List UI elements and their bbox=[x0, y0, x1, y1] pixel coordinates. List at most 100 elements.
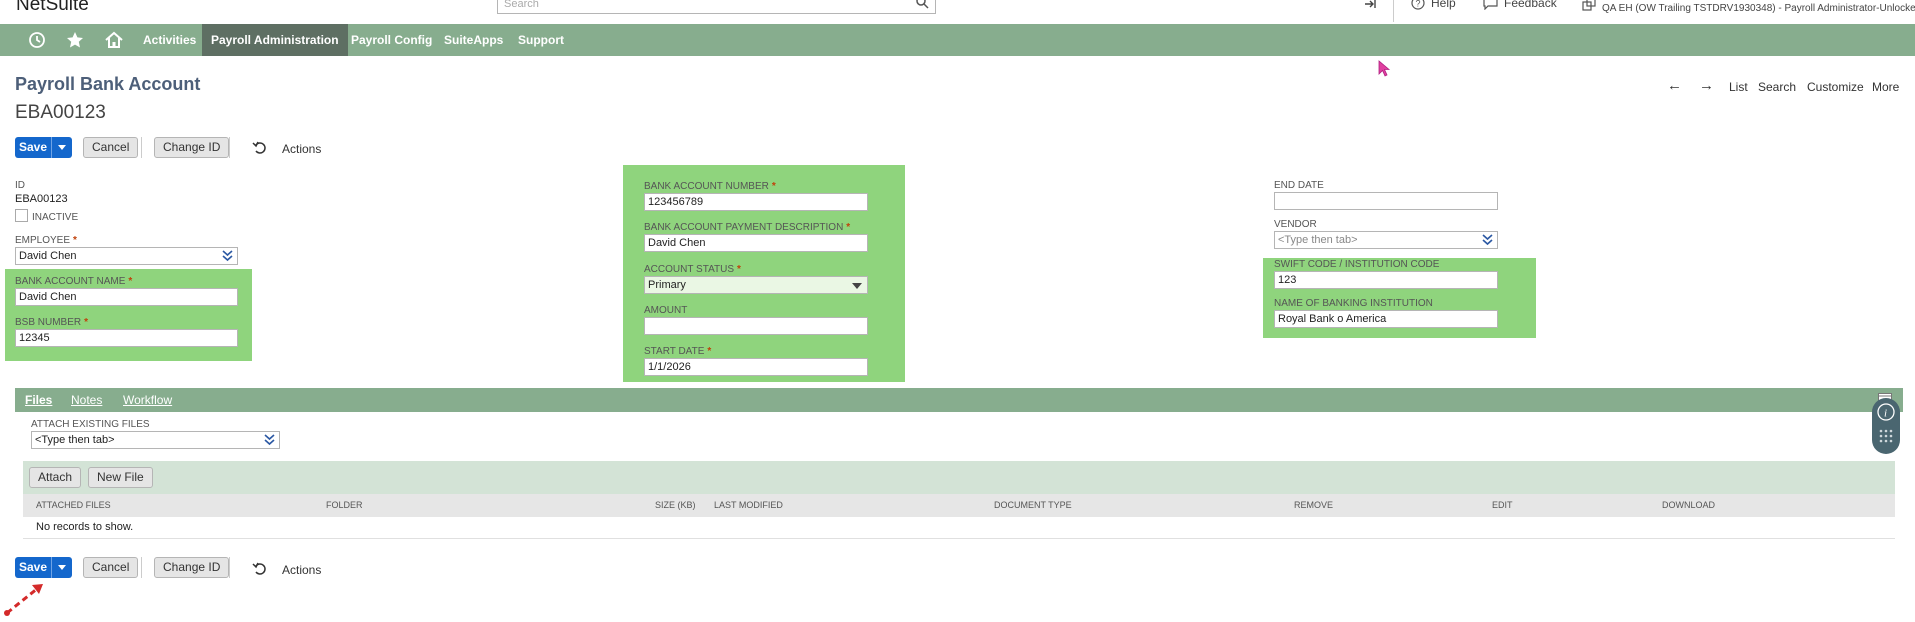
actions-menu-bottom[interactable]: Actions bbox=[282, 563, 321, 577]
files-table-body: No records to show. bbox=[23, 517, 1895, 539]
swift-code-label: SWIFT CODE / INSTITUTION CODE bbox=[1274, 259, 1440, 270]
vendor-select[interactable]: <Type then tab> bbox=[1274, 231, 1498, 249]
column-header-attached-files[interactable]: ATTACHED FILES bbox=[36, 500, 111, 510]
inactive-checkbox[interactable] bbox=[15, 209, 28, 222]
dropdown-triangle-icon[interactable] bbox=[852, 283, 862, 289]
nav-payroll-administration[interactable]: Payroll Administration bbox=[202, 24, 348, 56]
start-date-label-text: START DATE bbox=[644, 346, 705, 357]
recent-records-icon[interactable] bbox=[1362, 0, 1378, 12]
info-icon[interactable]: i bbox=[1877, 403, 1895, 421]
column-header-remove[interactable]: REMOVE bbox=[1294, 500, 1333, 510]
new-file-button[interactable]: New File bbox=[88, 467, 153, 488]
column-header-folder[interactable]: FOLDER bbox=[326, 500, 363, 510]
recent-history-icon[interactable] bbox=[27, 30, 47, 50]
role-label[interactable]: QA EH (OW Trailing TSTDRV1930348) - Payr… bbox=[1602, 3, 1915, 14]
account-status-label: ACCOUNT STATUS * bbox=[644, 264, 741, 275]
inactive-label: INACTIVE bbox=[32, 212, 79, 223]
column-header-edit[interactable]: EDIT bbox=[1492, 500, 1513, 510]
attach-existing-files-label: ATTACH EXISTING FILES bbox=[31, 419, 150, 430]
bank-account-name-label-text: BANK ACCOUNT NAME bbox=[15, 276, 126, 287]
amount-label: AMOUNT bbox=[644, 305, 688, 316]
nav-payroll-config[interactable]: Payroll Config bbox=[342, 24, 441, 56]
vendor-placeholder: <Type then tab> bbox=[1278, 234, 1358, 246]
payment-description-input[interactable]: David Chen bbox=[644, 234, 868, 252]
annotation-arrow-icon bbox=[4, 584, 43, 616]
bank-account-number-input[interactable]: 123456789 bbox=[644, 193, 868, 211]
bsb-number-input[interactable]: 12345 bbox=[15, 329, 238, 347]
save-button-bottom[interactable]: Save bbox=[15, 557, 51, 578]
start-date-label: START DATE * bbox=[644, 346, 711, 357]
bsb-number-label: BSB NUMBER * bbox=[15, 317, 88, 328]
tab-workflow[interactable]: Workflow bbox=[123, 388, 172, 412]
search-link[interactable]: Search bbox=[1758, 80, 1796, 94]
vendor-label: VENDOR bbox=[1274, 219, 1317, 230]
bank-account-name-input[interactable]: David Chen bbox=[15, 288, 238, 306]
payment-description-label-text: BANK ACCOUNT PAYMENT DESCRIPTION bbox=[644, 222, 844, 233]
column-header-download[interactable]: DOWNLOAD bbox=[1662, 500, 1715, 510]
svg-text:?: ? bbox=[1416, 0, 1421, 9]
favorites-star-icon[interactable] bbox=[65, 30, 85, 50]
role-icon[interactable] bbox=[1582, 0, 1596, 12]
more-link[interactable]: More bbox=[1872, 80, 1899, 94]
account-status-select[interactable]: Primary bbox=[644, 276, 868, 294]
save-button[interactable]: Save bbox=[15, 137, 51, 158]
double-chevron-down-icon[interactable] bbox=[264, 434, 275, 446]
end-date-label: END DATE bbox=[1274, 180, 1324, 191]
search-placeholder: Search bbox=[504, 0, 539, 10]
amount-input[interactable] bbox=[644, 317, 868, 335]
required-asterisk: * bbox=[771, 181, 776, 192]
double-chevron-down-icon[interactable] bbox=[222, 250, 233, 262]
help-link[interactable]: ? Help bbox=[1411, 0, 1456, 10]
id-value: EBA00123 bbox=[15, 193, 68, 205]
list-link[interactable]: List bbox=[1729, 80, 1748, 94]
attach-existing-files-select[interactable]: <Type then tab> bbox=[31, 431, 280, 449]
column-header-size[interactable]: SIZE (KB) bbox=[655, 500, 696, 510]
cancel-button-bottom[interactable]: Cancel bbox=[83, 557, 139, 578]
main-nav-bar: Activities Payroll Administration Payrol… bbox=[0, 24, 1915, 56]
required-asterisk: * bbox=[737, 264, 741, 275]
change-id-button[interactable]: Change ID bbox=[154, 137, 230, 158]
banking-institution-label: NAME OF BANKING INSTITUTION bbox=[1274, 298, 1433, 309]
employee-select[interactable]: David Chen bbox=[15, 247, 238, 265]
keypad-dots-icon[interactable] bbox=[1879, 429, 1893, 443]
customize-link[interactable]: Customize bbox=[1807, 80, 1864, 94]
actions-menu[interactable]: Actions bbox=[282, 142, 321, 156]
change-id-button-bottom[interactable]: Change ID bbox=[154, 557, 230, 578]
home-icon[interactable] bbox=[104, 30, 124, 50]
help-widget[interactable]: i bbox=[1872, 398, 1900, 454]
actions-refresh-icon[interactable] bbox=[252, 140, 268, 156]
bank-account-number-label-text: BANK ACCOUNT NUMBER bbox=[644, 181, 769, 192]
id-label: ID bbox=[15, 180, 25, 191]
tab-notes[interactable]: Notes bbox=[71, 388, 102, 412]
nav-activities[interactable]: Activities bbox=[134, 24, 205, 56]
double-chevron-down-icon[interactable] bbox=[1482, 234, 1493, 246]
attach-button[interactable]: Attach bbox=[29, 467, 82, 488]
netsuite-logo[interactable]: NetSuite bbox=[16, 0, 89, 16]
employee-label: EMPLOYEE * bbox=[15, 235, 77, 246]
previous-record-arrow-icon[interactable]: ← bbox=[1667, 77, 1682, 94]
start-date-input[interactable]: 1/1/2026 bbox=[644, 358, 868, 376]
button-divider bbox=[229, 137, 230, 158]
end-date-input[interactable] bbox=[1274, 192, 1498, 210]
nav-suiteapps[interactable]: SuiteApps bbox=[435, 24, 512, 56]
feedback-link[interactable]: Feedback bbox=[1483, 0, 1557, 10]
column-header-last-modified[interactable]: LAST MODIFIED bbox=[714, 500, 783, 510]
global-search-input[interactable]: Search bbox=[497, 0, 936, 14]
search-icon[interactable] bbox=[915, 0, 929, 9]
employee-value: David Chen bbox=[19, 250, 77, 262]
save-options-dropdown-bottom[interactable] bbox=[51, 557, 72, 578]
account-status-value: Primary bbox=[648, 279, 686, 291]
next-record-arrow-icon[interactable]: → bbox=[1699, 77, 1714, 94]
nav-support[interactable]: Support bbox=[509, 24, 573, 56]
required-asterisk: * bbox=[128, 276, 133, 287]
column-header-document-type[interactable]: DOCUMENT TYPE bbox=[994, 500, 1072, 510]
bank-account-name-label: BANK ACCOUNT NAME * bbox=[15, 276, 132, 287]
tab-files[interactable]: Files bbox=[25, 388, 52, 412]
cancel-button[interactable]: Cancel bbox=[83, 137, 139, 158]
button-divider bbox=[141, 557, 142, 578]
save-options-dropdown[interactable] bbox=[51, 137, 72, 158]
banking-institution-input[interactable]: Royal Bank o America bbox=[1274, 310, 1498, 328]
bsb-number-label-text: BSB NUMBER bbox=[15, 317, 82, 328]
swift-code-input[interactable]: 123 bbox=[1274, 271, 1498, 289]
actions-refresh-icon[interactable] bbox=[252, 561, 268, 577]
